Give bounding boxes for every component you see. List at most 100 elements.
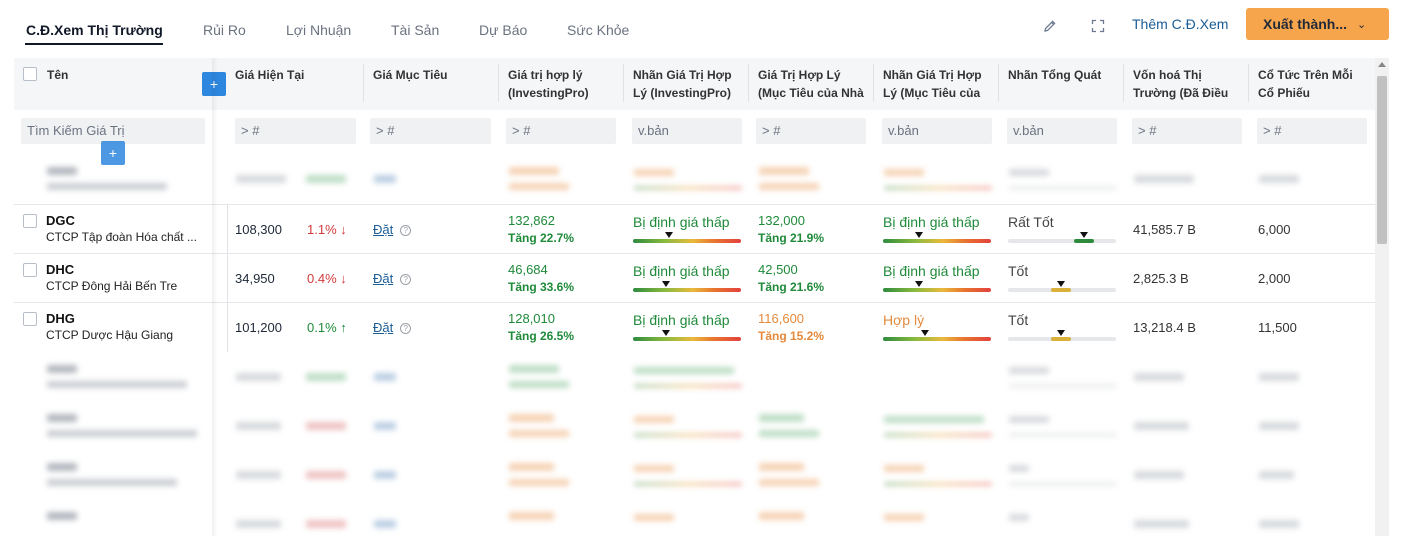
frozen-column-shadow: [212, 58, 218, 536]
column-header-target[interactable]: Giá Mục Tiêu: [373, 66, 447, 84]
column-header-analyst-label[interactable]: Nhãn Giá Trị Hợp Lý (Mục Tiêu của: [883, 66, 995, 102]
export-button[interactable]: Xuất thành... ⌄: [1246, 8, 1389, 40]
column-header-name[interactable]: Tên: [47, 66, 68, 84]
fair-value-upside: Tăng 33.6%: [508, 280, 575, 294]
column-header-overall[interactable]: Nhãn Tổng Quát: [1008, 66, 1101, 84]
overall-score-marker: [1057, 330, 1065, 336]
help-icon[interactable]: ?: [400, 225, 412, 236]
help-icon[interactable]: ?: [400, 323, 412, 334]
overall-score-bar: [1008, 232, 1116, 243]
set-target-link[interactable]: Đặt: [373, 222, 393, 237]
analyst-target-upside: Tăng 21.6%: [758, 280, 825, 294]
analyst-target-upside: Tăng 21.9%: [758, 231, 825, 245]
arrow-down-icon: ↓: [340, 271, 347, 286]
table-row[interactable]: DGC CTCP Tập đoàn Hóa chất ... 108,300 1…: [14, 204, 1375, 254]
scroll-up-arrow-icon[interactable]: [1378, 62, 1386, 67]
current-price: 101,200: [235, 320, 282, 335]
overall-label: Rất Tốt: [1008, 214, 1054, 230]
overall-score-fill: [1051, 337, 1071, 341]
column-header-market-cap[interactable]: Vốn hoá Thị Trường (Đã Điều: [1133, 66, 1245, 102]
fair-value-label: Bị định giá thấp: [633, 312, 730, 328]
overall-score-bar: [1008, 330, 1116, 341]
row-checkbox[interactable]: [23, 312, 37, 326]
select-all-checkbox[interactable]: [23, 67, 37, 81]
analyst-target-upside: Tăng 15.2%: [758, 329, 825, 343]
blurred-row: [14, 402, 1375, 451]
row-checkbox[interactable]: [23, 214, 37, 228]
gauge-marker: [662, 330, 670, 336]
market-cap-filter[interactable]: > #: [1132, 118, 1242, 144]
analyst-target-gauge: [883, 281, 991, 292]
overall-label-filter[interactable]: v.bản: [1007, 118, 1117, 144]
blurred-row: [14, 155, 1375, 204]
analyst-target-gauge: [883, 330, 991, 341]
analyst-target-value: 132,000: [758, 213, 805, 228]
fair-value: 132,862: [508, 213, 555, 228]
company-name: CTCP Đông Hải Bến Tre: [46, 279, 178, 293]
column-divider: [363, 64, 364, 102]
column-header-price[interactable]: Giá Hiện Tại: [235, 66, 304, 84]
price-change-value: 0.1%: [307, 320, 337, 335]
column-header-fair-value[interactable]: Giá trị hợp lý (InvestingPro): [508, 66, 620, 102]
column-divider: [1248, 64, 1249, 102]
stock-symbol[interactable]: DHG: [46, 311, 75, 326]
active-tab-underline: [25, 43, 163, 45]
fair-value-gauge: [633, 330, 741, 341]
target-filter[interactable]: > #: [370, 118, 491, 144]
tab-health[interactable]: Sức Khỏe: [567, 22, 629, 38]
dividend-per-share: 6,000: [1258, 222, 1291, 237]
column-divider: [623, 64, 624, 102]
set-target-link[interactable]: Đặt: [373, 271, 393, 286]
target-price-cell: Đặt?: [373, 222, 412, 237]
tab-assets[interactable]: Tài Sản: [391, 22, 439, 38]
fair-value-gauge: [633, 232, 741, 243]
fair-value-filter[interactable]: > #: [506, 118, 616, 144]
overall-score-fill: [1074, 239, 1094, 243]
fair-value-label: Bị định giá thấp: [633, 263, 730, 279]
fair-value-upside: Tăng 26.5%: [508, 329, 575, 343]
column-divider: [1123, 64, 1124, 102]
analyst-value-filter[interactable]: > #: [756, 118, 866, 144]
gauge-marker: [915, 281, 923, 287]
price-change: 1.1% ↓: [307, 222, 347, 237]
analyst-target-label: Bị định giá thấp: [883, 263, 980, 279]
dividend-filter[interactable]: > #: [1257, 118, 1367, 144]
help-icon[interactable]: ?: [400, 274, 412, 285]
tab-forecast[interactable]: Dự Báo: [479, 22, 527, 38]
set-target-link[interactable]: Đặt: [373, 320, 393, 335]
stock-symbol[interactable]: DGC: [46, 213, 75, 228]
table-row[interactable]: DHC CTCP Đông Hải Bến Tre 34,950 0.4% ↓ …: [14, 253, 1375, 303]
add-view-link[interactable]: Thêm C.Đ.Xem: [1132, 16, 1228, 32]
expand-icon[interactable]: [1087, 15, 1109, 37]
analyst-target-label: Hợp lý: [883, 312, 925, 328]
gauge-marker: [921, 330, 929, 336]
stock-symbol[interactable]: DHC: [46, 262, 74, 277]
tab-profit[interactable]: Lợi Nhuận: [286, 22, 351, 38]
arrow-up-icon: ↑: [340, 320, 347, 335]
chevron-down-icon: ⌄: [1357, 18, 1367, 31]
tab-market-view[interactable]: C.Đ.Xem Thị Trường: [26, 22, 163, 38]
price-change-value: 1.1%: [307, 222, 337, 237]
tab-risk[interactable]: Rủi Ro: [203, 22, 246, 38]
analyst-target-gauge: [883, 232, 991, 243]
pencil-icon[interactable]: [1039, 15, 1061, 37]
target-price-cell: Đặt?: [373, 320, 412, 335]
fair-value-gauge: [633, 281, 741, 292]
fair-label-filter[interactable]: v.bản: [632, 118, 742, 144]
scrollbar-thumb[interactable]: [1377, 76, 1387, 244]
overall-label: Tốt: [1008, 312, 1029, 328]
frozen-column-divider: [227, 205, 228, 254]
view-tab-bar: C.Đ.Xem Thị Trường Rủi Ro Lợi Nhuận Tài …: [0, 0, 1406, 52]
column-header-analyst-value[interactable]: Giá Trị Hợp Lý (Mục Tiêu của Nhà: [758, 66, 868, 102]
column-header-fair-label[interactable]: Nhãn Giá Trị Hợp Lý (InvestingPro): [633, 66, 745, 102]
analyst-target-value: 116,600: [758, 311, 805, 326]
fair-value-upside: Tăng 22.7%: [508, 231, 575, 245]
row-checkbox[interactable]: [23, 263, 37, 277]
column-header-dividend[interactable]: Cổ Tức Trên Mỗi Cổ Phiếu: [1258, 66, 1370, 102]
price-change-value: 0.4%: [307, 271, 337, 286]
price-filter[interactable]: > #: [235, 118, 356, 144]
market-cap: 13,218.4 B: [1133, 320, 1196, 335]
column-divider: [998, 64, 999, 102]
analyst-label-filter[interactable]: v.bản: [882, 118, 992, 144]
table-row[interactable]: DHG CTCP Dược Hậu Giang 101,200 0.1% ↑ Đ…: [14, 302, 1375, 352]
